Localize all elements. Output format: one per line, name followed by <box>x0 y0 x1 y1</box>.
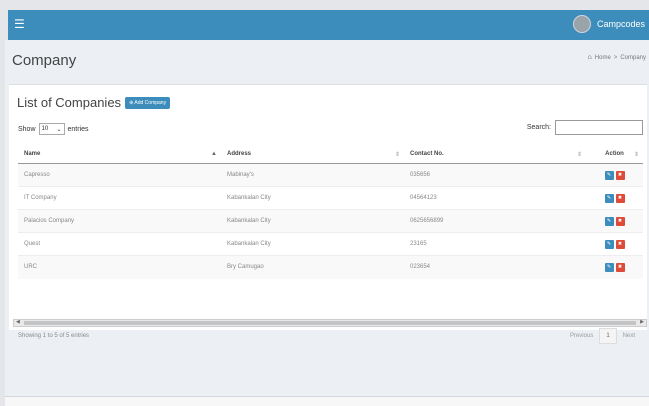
breadcrumb-separator: > <box>613 54 618 61</box>
sort-icon: ⇕ <box>576 152 582 158</box>
column-header-action[interactable]: Action ⇕ <box>586 143 643 164</box>
cell-actions: ✎ ✖ <box>586 232 643 256</box>
cell-name: IT Company <box>18 186 221 210</box>
box-title-text: List of Companies <box>17 95 122 110</box>
cell-contact: 23165 <box>404 232 586 256</box>
sort-icon: ⇕ <box>394 152 400 158</box>
cell-contact: 023654 <box>404 255 586 279</box>
top-navbar: ☰ Campcodes <box>8 10 649 40</box>
previous-page-button[interactable]: Previous <box>564 329 599 343</box>
column-header-name[interactable]: Name ▲ <box>18 143 221 164</box>
table-row: Quest Kabankalan City 23165 ✎ ✖ <box>18 232 643 256</box>
user-name: Campcodes <box>596 19 645 29</box>
table-header-row: Name ▲ Address ⇕ Contact No. ⇕ Action ⇕ <box>18 143 643 164</box>
cell-address: Kabankalan City <box>221 209 404 233</box>
cell-name: Capresso <box>18 163 221 187</box>
add-company-button[interactable]: ⊕ Add Company <box>125 96 171 109</box>
search-input[interactable] <box>555 120 643 135</box>
companies-box: List of Companies ⊕ Add Company Show 10 … <box>9 84 647 344</box>
cell-contact: 0625656899 <box>404 209 586 233</box>
edit-icon[interactable]: ✎ <box>604 170 614 180</box>
table-row: URC Bry Camugao 023654 ✎ ✖ <box>18 255 643 279</box>
scroll-left-icon[interactable]: ◀ <box>16 319 20 325</box>
home-icon: ⌂ <box>587 54 592 61</box>
cell-address: Kabankalan City <box>221 232 404 256</box>
trash-icon[interactable]: ✖ <box>615 216 625 226</box>
column-header-contact[interactable]: Contact No. ⇕ <box>404 143 586 164</box>
breadcrumb-home[interactable]: Home <box>595 55 611 61</box>
hamburger-icon[interactable]: ☰ <box>14 18 25 30</box>
page-title: Company <box>12 52 77 69</box>
scroll-right-icon[interactable]: ▶ <box>640 319 644 325</box>
entries-select[interactable]: 10 ⌄ <box>38 123 65 135</box>
column-header-address[interactable]: Address ⇕ <box>221 143 404 164</box>
cell-actions: ✎ ✖ <box>586 163 643 187</box>
pagination: Previous 1 Next <box>564 328 641 344</box>
cell-name: Quest <box>18 232 221 256</box>
box-title: List of Companies ⊕ Add Company <box>17 95 171 110</box>
show-label: Show <box>18 125 36 133</box>
cell-name: URC <box>18 255 221 279</box>
table-row: Palacios Company Kabankalan City 0625656… <box>18 209 643 233</box>
breadcrumb: ⌂ Home > Company <box>588 54 646 61</box>
search-label: Search: <box>526 124 551 131</box>
content-wrapper: Company ⌂ Home > Company List of Compani… <box>5 40 649 396</box>
page-1-button[interactable]: 1 <box>599 328 617 344</box>
trash-icon[interactable]: ✖ <box>615 262 625 272</box>
page-footer <box>5 396 649 406</box>
cell-address: Kabankalan City <box>221 186 404 210</box>
add-company-label: Add Company <box>134 99 167 106</box>
edit-icon[interactable]: ✎ <box>604 216 614 226</box>
user-menu[interactable]: Campcodes <box>572 15 645 33</box>
companies-table: Name ▲ Address ⇕ Contact No. ⇕ Action ⇕ <box>18 143 643 279</box>
edit-icon[interactable]: ✎ <box>604 262 614 272</box>
cell-contact: 035656 <box>404 163 586 187</box>
chevron-down-icon: ⌄ <box>56 126 62 133</box>
cell-contact: 04564123 <box>404 186 586 210</box>
edit-icon[interactable]: ✎ <box>604 193 614 203</box>
entries-value: 10 <box>41 126 49 132</box>
scrollbar-thumb[interactable] <box>24 321 636 325</box>
cell-actions: ✎ ✖ <box>586 186 643 210</box>
next-page-button[interactable]: Next <box>617 329 641 343</box>
cell-address: Mabinay's <box>221 163 404 187</box>
edit-icon[interactable]: ✎ <box>604 239 614 249</box>
cell-actions: ✎ ✖ <box>586 255 643 279</box>
table-info: Showing 1 to 5 of 5 entries <box>18 333 90 339</box>
sort-icon: ⇕ <box>633 152 639 158</box>
avatar <box>572 15 591 33</box>
search-control: Search: <box>527 120 643 135</box>
cell-name: Palacios Company <box>18 209 221 233</box>
sort-asc-icon: ▲ <box>211 151 217 157</box>
trash-icon[interactable]: ✖ <box>615 193 625 203</box>
breadcrumb-current: Company <box>620 54 646 61</box>
trash-icon[interactable]: ✖ <box>615 239 625 249</box>
table-row: IT Company Kabankalan City 04564123 ✎ ✖ <box>18 186 643 210</box>
entries-label: entries <box>67 125 89 133</box>
cell-address: Bry Camugao <box>221 255 404 279</box>
plus-circle-icon: ⊕ <box>129 99 134 106</box>
cell-actions: ✎ ✖ <box>586 209 643 233</box>
trash-icon[interactable]: ✖ <box>615 170 625 180</box>
horizontal-scrollbar[interactable]: ◀ ▶ <box>13 319 647 327</box>
table-row: Capresso Mabinay's 035656 ✎ ✖ <box>18 163 643 187</box>
page-length-control: Show 10 ⌄ entries <box>18 123 89 135</box>
